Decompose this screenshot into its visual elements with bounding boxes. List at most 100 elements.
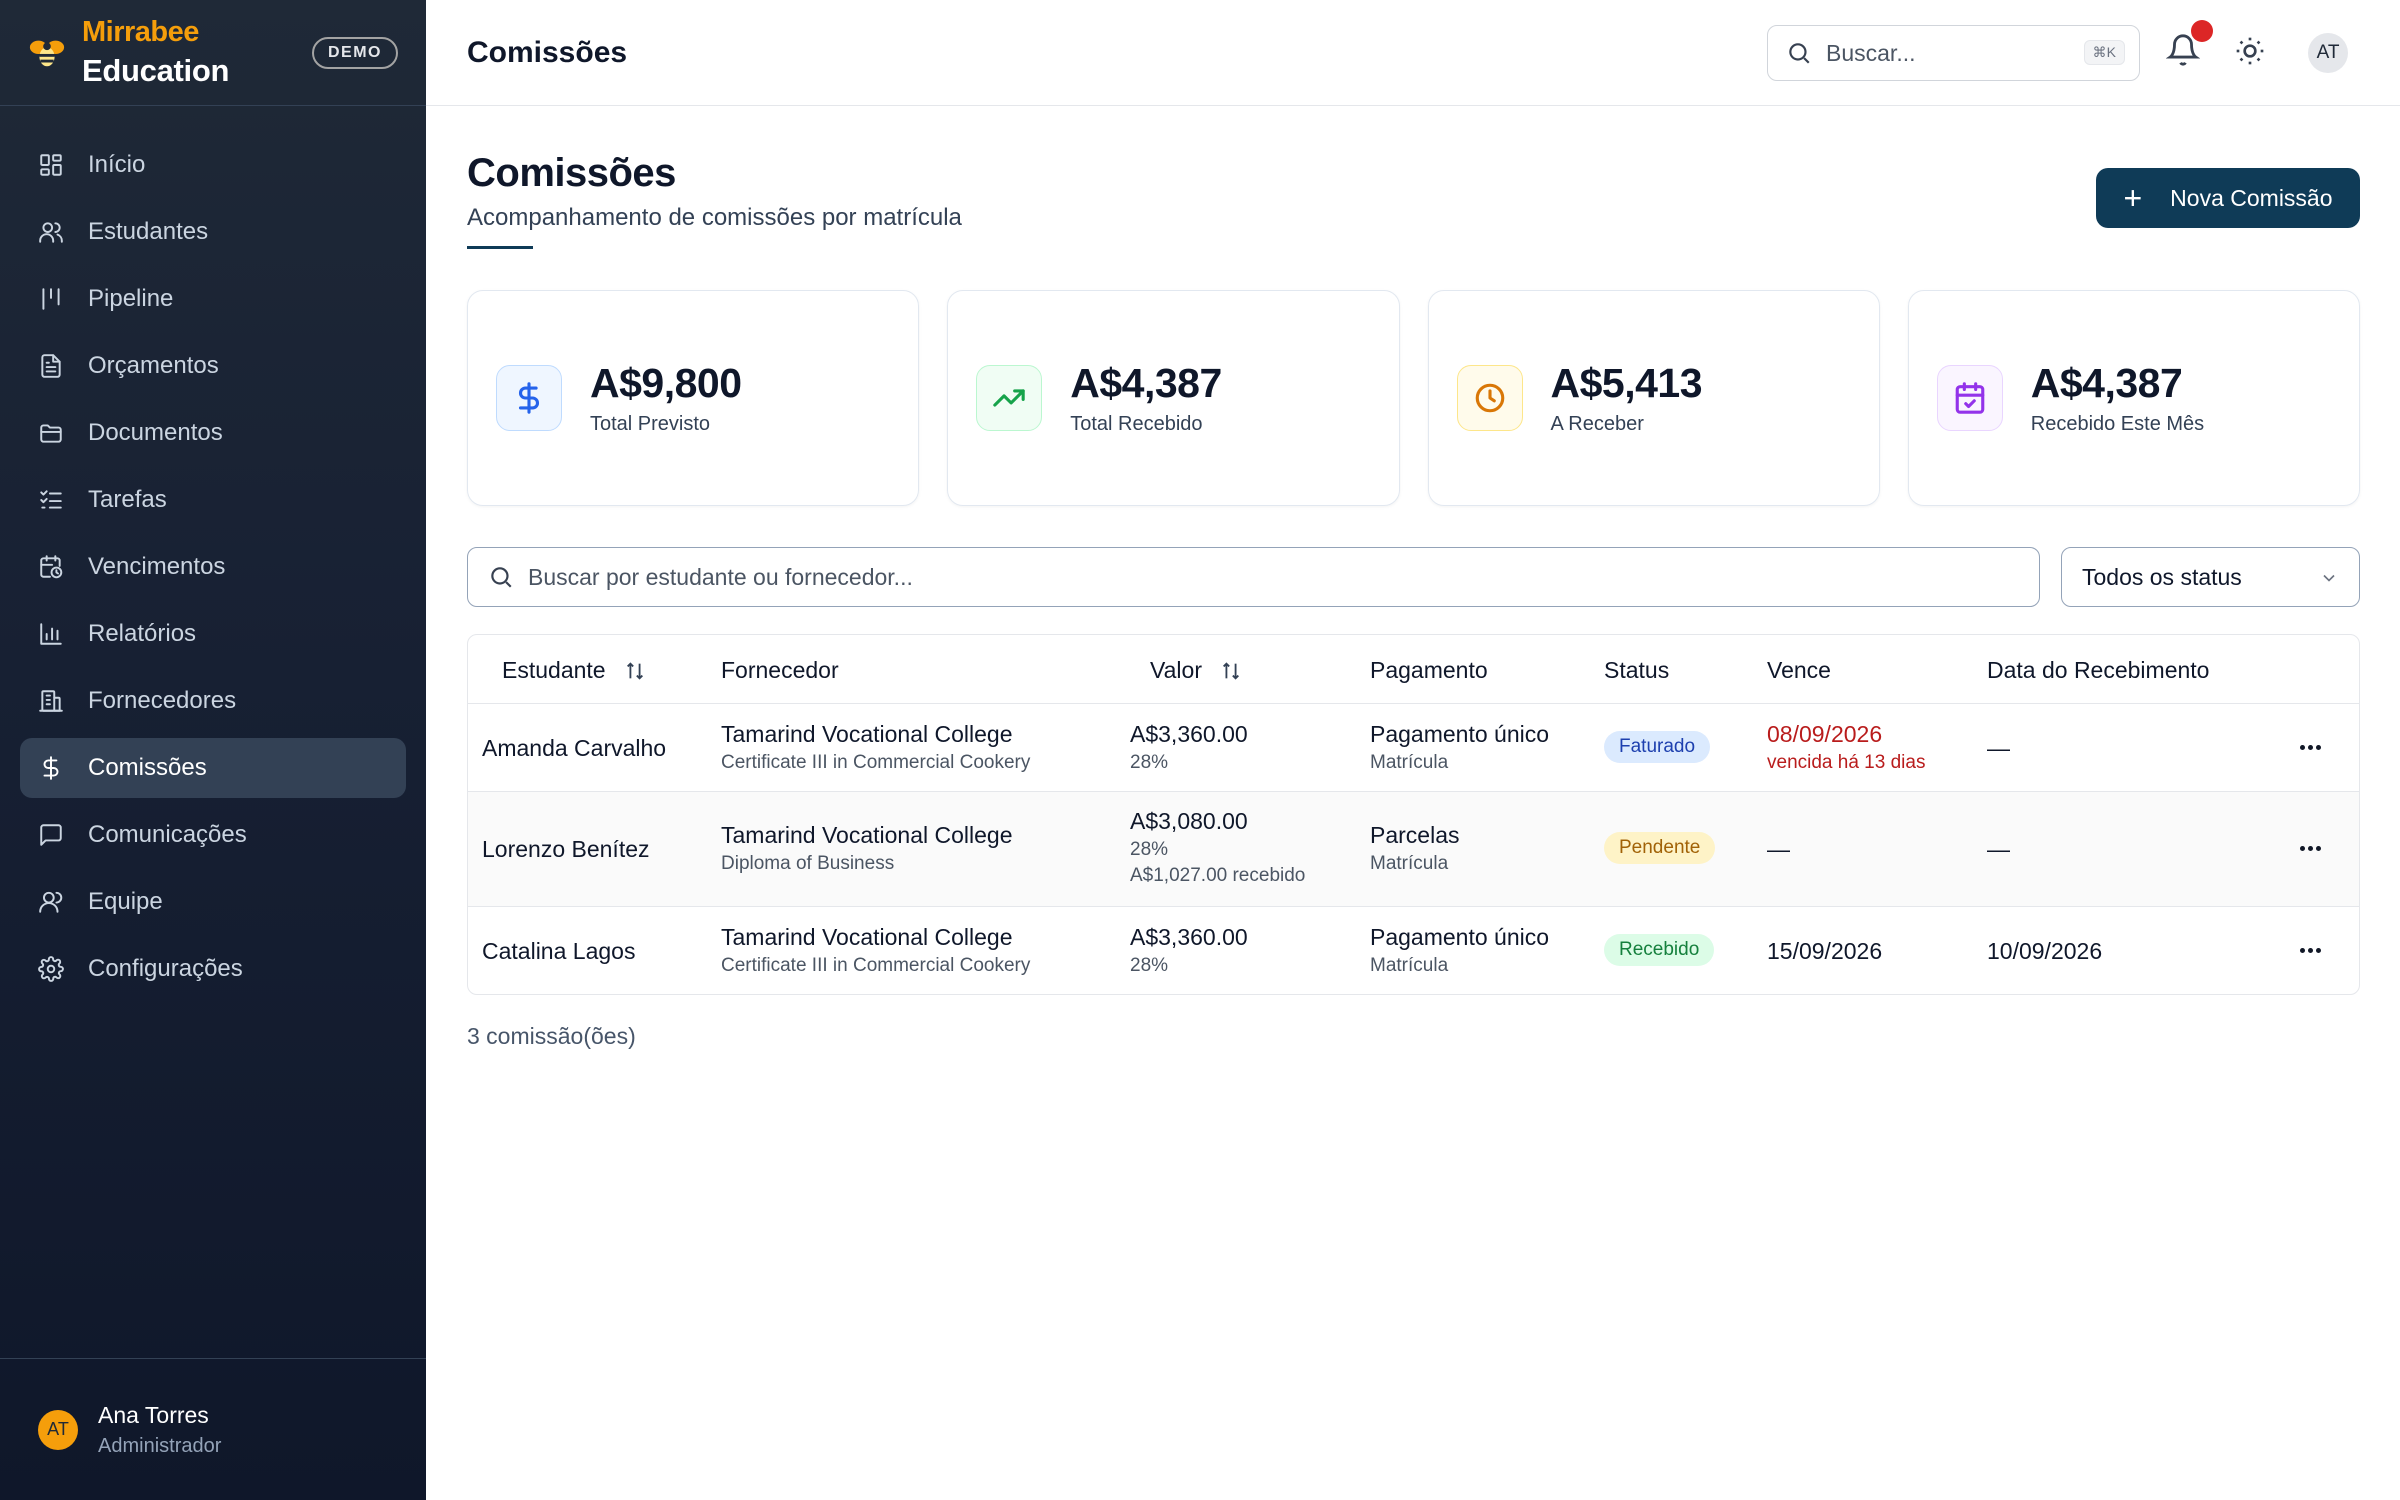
new-commission-label: Nova Comissão [2170,184,2333,211]
course-name: Certificate III in Commercial Cookery [721,955,1031,976]
global-search-input[interactable] [1826,39,2066,67]
due-date: 08/09/2026 [1767,721,1883,747]
commission-value: A$3,360.00 [1130,924,1248,950]
column-header-label: Data do Recebimento [1987,657,2210,683]
row-actions-button[interactable] [2296,837,2330,861]
row-actions-button[interactable] [2296,736,2330,760]
more-icon [2300,846,2305,851]
sidebar-item-inicio[interactable]: Início [20,135,406,195]
more-icon [2308,948,2313,953]
sidebar-item-label: Pipeline [88,285,174,312]
title-underline [467,246,533,249]
stat-label: Total Previsto [590,413,711,435]
table-header: Estudante Fornecedor Valor Pagamento Sta… [468,635,2359,704]
sort-icon[interactable] [624,660,646,682]
pipeline-icon [38,286,64,312]
due-cell: 08/09/2026 vencida há 13 dias [1767,721,1925,774]
user-avatar-button[interactable]: AT [2308,33,2348,73]
sidebar-item-comissoes[interactable]: Comissões [20,738,406,798]
status-badge: Faturado [1604,731,1711,763]
due-date: — [1767,836,1790,862]
status-filter-select[interactable]: Todos os status [2061,547,2360,607]
table-row[interactable]: Amanda Carvalho Tamarind Vocational Coll… [468,704,2359,792]
brand-name: Mirrabee [82,15,199,48]
row-actions-button[interactable] [2296,939,2330,963]
sidebar-item-tarefas[interactable]: Tarefas [20,470,406,530]
sidebar-item-label: Vencimentos [88,553,226,580]
more-icon [2316,948,2321,953]
value-cell: A$3,360.00 28% [1130,924,1248,977]
sidebar-item-label: Fornecedores [88,687,237,714]
new-commission-button[interactable]: + Nova Comissão [2096,168,2360,228]
student-name[interactable]: Amanda Carvalho [482,735,666,762]
more-icon [2316,846,2321,851]
received-date: — [1987,836,2010,862]
trending-up-icon [976,365,1043,431]
folder-icon [38,420,64,446]
sidebar-item-configuracoes[interactable]: Configurações [20,939,406,999]
provider-cell: Tamarind Vocational College Certificate … [721,924,1030,977]
status-filter-value: Todos os status [2082,563,2242,590]
users-icon [38,219,64,245]
column-header-label: Estudante [502,657,606,683]
sidebar-item-equipe[interactable]: Equipe [20,872,406,932]
results-count: 3 comissão(ões) [467,1023,636,1049]
column-header-label: Pagamento [1370,657,1488,683]
stat-value: A$9,800 [590,360,742,406]
provider-name: Tamarind Vocational College [721,721,1013,747]
calendar-check-icon [1936,365,2003,431]
sidebar-item-vencimentos[interactable]: Vencimentos [20,537,406,597]
student-name[interactable]: Catalina Lagos [482,938,635,965]
table-row[interactable]: Lorenzo Benítez Tamarind Vocational Coll… [468,792,2359,907]
list-checks-icon [38,487,64,513]
shortcut-hint: ⌘K [2083,40,2125,65]
overdue-note: vencida há 13 dias [1767,752,1926,773]
search-icon [491,567,512,588]
global-search[interactable]: ⌘K [1767,25,2140,81]
clock-icon [1456,365,1523,431]
sort-icon[interactable] [1220,660,1242,682]
sidebar-item-relatorios[interactable]: Relatórios [20,604,406,664]
more-icon [2316,745,2321,750]
gear-icon [38,956,64,982]
theme-toggle-button[interactable] [2234,35,2268,69]
column-header-label: Fornecedor [721,657,839,683]
more-icon [2300,948,2305,953]
payment-cell: Pagamento único Matrícula [1370,721,1549,774]
main-content: Comissões Acompanhamento de comissões po… [426,106,2400,1500]
due-date: 15/09/2026 [1767,938,1883,964]
stat-value: A$4,387 [1070,360,1222,406]
sidebar-item-orcamentos[interactable]: Orçamentos [20,336,406,396]
received-amount: A$1,027.00 recebido [1130,865,1306,886]
column-header-value[interactable]: Valor [1150,657,1242,684]
avatar: AT [38,1409,78,1450]
table-search[interactable] [467,547,2040,607]
column-header-student[interactable]: Estudante [502,657,646,684]
sidebar-item-documentos[interactable]: Documentos [20,403,406,463]
course-name: Certificate III in Commercial Cookery [721,752,1031,773]
sidebar-item-comunicacoes[interactable]: Comunicações [20,805,406,865]
sidebar-item-pipeline[interactable]: Pipeline [20,269,406,329]
dollar-icon [38,755,64,781]
sidebar: Mirrabee Education DEMO Início Estudante… [0,0,426,1500]
sun-icon [2236,37,2264,65]
stat-card-total-recebido: A$4,387 Total Recebido [947,290,1400,506]
table-search-input[interactable] [528,563,1928,591]
table-row[interactable]: Catalina Lagos Tamarind Vocational Colle… [468,907,2359,994]
commission-value: A$3,360.00 [1130,721,1248,747]
sidebar-item-estudantes[interactable]: Estudantes [20,202,406,262]
stats-cards: A$9,800 Total Previsto A$4,387 Total Rec… [467,290,2360,506]
payment-method: Parcelas [1370,822,1460,848]
user-profile[interactable]: AT Ana Torres Administrador [0,1358,426,1500]
course-name: Diploma of Business [721,853,895,874]
student-name[interactable]: Lorenzo Benítez [482,836,650,863]
column-header-label: Vence [1767,657,1831,683]
chevron-down-icon [2323,574,2335,582]
stat-value: A$5,413 [1550,360,1703,406]
user-icon [38,889,64,915]
provider-cell: Tamarind Vocational College Diploma of B… [721,822,1013,875]
column-header-received-date: Data do Recebimento [1987,657,2209,684]
building-icon [38,688,64,714]
brand[interactable]: Mirrabee Education DEMO [0,0,426,106]
sidebar-item-fornecedores[interactable]: Fornecedores [20,671,406,731]
